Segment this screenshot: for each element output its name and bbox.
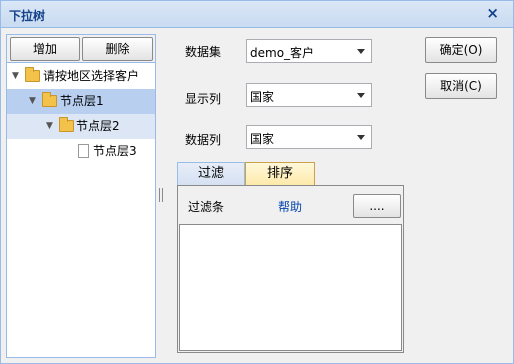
tree-node-level3[interactable]: 节点层3	[7, 139, 155, 164]
tree-node-level2[interactable]: ▼ 节点层2	[7, 114, 155, 139]
filter-more-button[interactable]: ....	[353, 194, 401, 218]
settings-form: 数据集 demo_客户 显示列 国家 数据列 国家 过滤 排序 过滤条 帮助 .…	[167, 34, 405, 358]
tree-node-level1[interactable]: ▼ 节点层1	[7, 89, 155, 114]
tree-node-label: 节点层3	[93, 144, 137, 158]
folder-open-icon	[59, 117, 74, 132]
expand-arrow-icon[interactable]: ▼	[46, 114, 53, 139]
file-icon	[78, 144, 89, 158]
tree-node-label: 节点层2	[76, 119, 120, 133]
tree-node-root[interactable]: ▼ 请按地区选择客户	[7, 64, 155, 89]
close-icon[interactable]: ×	[486, 4, 499, 22]
tree-node-label: 节点层1	[60, 94, 104, 108]
expand-arrow-icon[interactable]: ▼	[12, 64, 19, 89]
tree-panel: 增加 删除 ▼ 请按地区选择客户 ▼ 节点层1 ▼ 节点层2 节点层3	[6, 34, 156, 358]
expand-arrow-icon[interactable]: ▼	[29, 89, 36, 114]
chevron-down-icon	[357, 49, 365, 54]
display-column-value: 国家	[250, 90, 275, 104]
add-node-button[interactable]: 增加	[10, 37, 80, 61]
tab-filter[interactable]: 过滤	[177, 162, 245, 186]
display-column-select[interactable]: 国家	[246, 83, 372, 107]
filter-condition-textarea[interactable]	[179, 224, 402, 351]
delete-node-button[interactable]: 删除	[82, 37, 153, 61]
dataset-value: demo_客户	[250, 46, 315, 60]
cancel-button[interactable]: 取消(C)	[425, 73, 497, 99]
chevron-down-icon	[357, 93, 365, 98]
dialog-titlebar: 下拉树 ×	[1, 1, 513, 28]
dropdown-tree-dialog: 下拉树 × 增加 删除 ▼ 请按地区选择客户 ▼ 节点层1 ▼ 节点层2 节点层…	[0, 0, 514, 364]
tree-toolbar: 增加 删除	[7, 35, 155, 63]
dataset-select[interactable]: demo_客户	[246, 39, 372, 63]
dataset-label: 数据集	[185, 45, 222, 59]
ok-button[interactable]: 确定(O)	[425, 37, 497, 63]
data-column-label: 数据列	[185, 133, 222, 147]
chevron-down-icon	[357, 135, 365, 140]
data-column-select[interactable]: 国家	[246, 125, 372, 149]
folder-open-icon	[25, 67, 40, 82]
folder-open-icon	[42, 92, 57, 107]
tree-view: ▼ 请按地区选择客户 ▼ 节点层1 ▼ 节点层2 节点层3	[7, 64, 155, 164]
display-column-label: 显示列	[185, 92, 222, 106]
panel-splitter[interactable]	[159, 188, 163, 202]
tree-node-label: 请按地区选择客户	[43, 69, 140, 83]
tab-content: 过滤条 帮助 ....	[177, 185, 404, 353]
dialog-title: 下拉树	[9, 9, 46, 23]
help-link[interactable]: 帮助	[278, 198, 302, 215]
data-column-value: 国家	[250, 132, 275, 146]
tab-sort[interactable]: 排序	[245, 162, 315, 186]
filter-condition-label: 过滤条	[188, 200, 225, 214]
